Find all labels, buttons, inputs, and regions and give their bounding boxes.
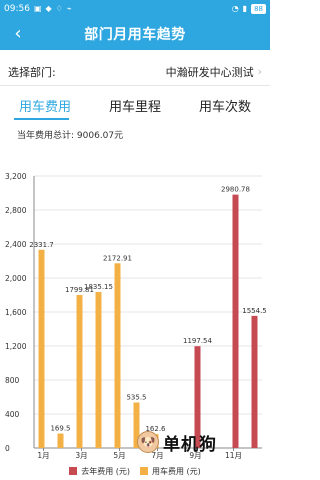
signal-icon: ▮ bbox=[242, 3, 248, 13]
data-label: 1835.15 bbox=[84, 283, 113, 291]
y-tick-label: 2,400 bbox=[5, 240, 27, 249]
chart-bar bbox=[95, 292, 102, 448]
data-label: 169.5 bbox=[50, 425, 70, 433]
yearly-total: 当年费用总计: 9006.07元 bbox=[17, 128, 123, 141]
share-icon: ♢ bbox=[55, 3, 63, 13]
legend-label-last-year: 去年费用 (元) bbox=[81, 466, 130, 476]
y-tick-label: 1,600 bbox=[5, 308, 27, 317]
legend-item-last-year: 去年费用 (元) bbox=[69, 466, 130, 477]
legend-swatch-current bbox=[140, 467, 148, 475]
tab-count[interactable]: 用车次数 bbox=[180, 90, 270, 120]
x-tick-label: 5月 bbox=[113, 451, 125, 460]
baidu-icon: ◆ bbox=[45, 3, 52, 13]
y-tick-label: 400 bbox=[5, 410, 20, 419]
chart-bar bbox=[76, 295, 83, 448]
chart-bar bbox=[57, 433, 64, 448]
watermark: 🐶 单机狗 bbox=[137, 428, 227, 456]
legend-swatch-last-year bbox=[69, 467, 78, 475]
data-label: 1197.54 bbox=[183, 337, 212, 345]
dog-logo-icon: 🐶 bbox=[137, 431, 159, 453]
battery-level: 88 bbox=[254, 4, 263, 13]
app-header: ‹ 部门月用车趋势 bbox=[0, 17, 270, 50]
chevron-right-icon: › bbox=[257, 65, 262, 78]
data-label: 2172.91 bbox=[103, 254, 132, 262]
link-icon: ⌁ bbox=[66, 3, 72, 13]
status-bar: 09:56 ▣ ◆ ♢ ⌁ ◔ ▮ 88 bbox=[0, 0, 270, 17]
y-tick-label: 800 bbox=[5, 376, 20, 385]
y-tick-label: 1,200 bbox=[5, 342, 27, 351]
legend-label-current: 用车费用 (元) bbox=[152, 466, 201, 476]
metric-tabs: 用车费用 用车里程 用车次数 bbox=[0, 90, 270, 120]
status-time: 09:56 bbox=[4, 3, 30, 14]
x-tick-label: 1月 bbox=[37, 451, 49, 460]
image-icon: ▣ bbox=[33, 3, 42, 13]
chevron-left-icon: ‹ bbox=[14, 22, 22, 44]
legend-item-current: 用车费用 (元) bbox=[140, 466, 201, 477]
tab-cost[interactable]: 用车费用 bbox=[0, 90, 90, 120]
chart-bar bbox=[251, 315, 258, 448]
data-label: 2980.78 bbox=[221, 186, 250, 194]
chart-bar bbox=[38, 249, 45, 448]
x-tick-label: 11月 bbox=[225, 451, 242, 460]
y-tick-label: 0 bbox=[5, 444, 10, 453]
department-selector[interactable]: 选择部门: 中瀚研发中心测试 › bbox=[0, 58, 270, 86]
chart-legend: 去年费用 (元) 用车费用 (元) bbox=[0, 462, 270, 480]
chart-bar bbox=[232, 194, 239, 448]
tab-mileage[interactable]: 用车里程 bbox=[90, 90, 180, 120]
y-tick-label: 2,800 bbox=[5, 206, 27, 215]
screen-root: { "status": { "time": "09:56", "battery"… bbox=[0, 0, 270, 480]
battery-icon: 88 bbox=[251, 3, 266, 14]
data-label: 1554.5 bbox=[242, 307, 267, 315]
data-label: 535.5 bbox=[126, 393, 146, 401]
wifi-icon: ◔ bbox=[231, 3, 239, 13]
watermark-text: 单机狗 bbox=[163, 434, 217, 455]
chart-bar bbox=[114, 263, 121, 448]
yearly-total-value: 9006.07元 bbox=[76, 131, 124, 141]
department-label: 选择部门: bbox=[8, 65, 56, 79]
page-title: 部门月用车趋势 bbox=[84, 26, 186, 43]
active-tab-indicator bbox=[14, 118, 69, 120]
y-tick-label: 3,200 bbox=[5, 172, 27, 181]
department-value: 中瀚研发中心测试 bbox=[165, 65, 254, 79]
data-label: 2331.7 bbox=[29, 241, 54, 249]
yearly-total-label: 当年费用总计: bbox=[17, 131, 75, 141]
x-tick-label: 3月 bbox=[75, 451, 87, 460]
y-tick-label: 2,000 bbox=[5, 274, 27, 283]
back-button[interactable]: ‹ bbox=[8, 22, 28, 44]
cost-trend-chart: 0 400 800 1,200 1,600 2,000 2,400 2,800 3,200 119… bbox=[5, 172, 267, 460]
